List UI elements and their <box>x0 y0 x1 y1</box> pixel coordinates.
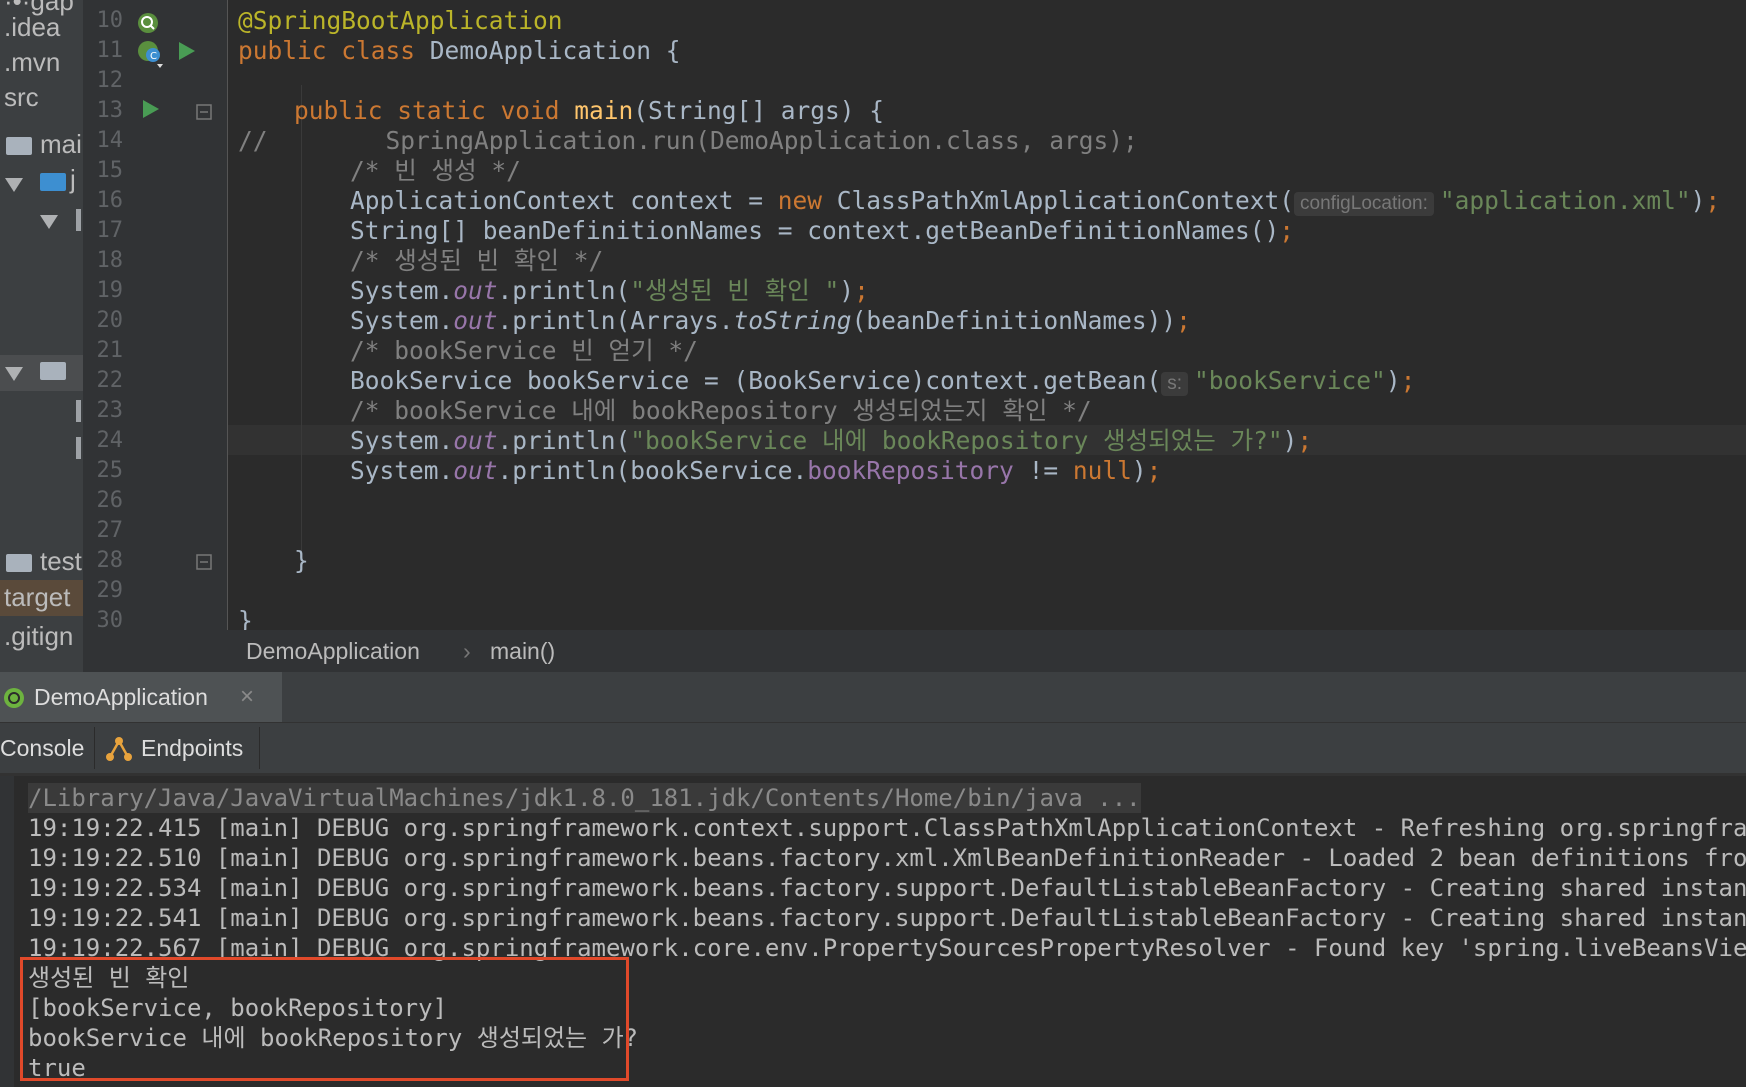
spring-boot-run-icon <box>4 688 24 708</box>
tree-item-java[interactable]: j <box>70 164 76 194</box>
spring-bean-icon[interactable]: C <box>135 38 167 70</box>
run-subtabs: Console Endpoints <box>0 723 1746 773</box>
code-line-10: @SpringBootApplication <box>238 6 563 35</box>
line-number: 22 <box>96 368 124 393</box>
fold-end-icon[interactable] <box>196 554 212 570</box>
expand-arrow-icon[interactable] <box>40 215 58 229</box>
line-number: 10 <box>96 8 124 33</box>
resources-folder-icon <box>40 362 66 380</box>
tree-item-main[interactable]: mai <box>40 129 82 159</box>
tree-item-gitignore[interactable]: .gitign <box>4 621 73 651</box>
line-number: 16 <box>96 188 124 213</box>
code-line-20: System.out.println(Arrays.toString(beanD… <box>350 306 1191 335</box>
breadcrumb-method[interactable]: main() <box>490 630 555 672</box>
code-line-15: /* 빈 생성 */ <box>350 156 521 185</box>
code-line-19: System.out.println("생성된 빈 확인 "); <box>350 276 869 305</box>
code-line-16: ApplicationContext context = new ClassPa… <box>350 186 1721 216</box>
code-line-25: System.out.println(bookService.bookRepos… <box>350 456 1162 485</box>
line-number: 15 <box>96 158 124 183</box>
breadcrumb-separator: › <box>463 638 471 664</box>
tab-endpoints[interactable]: Endpoints <box>141 723 243 773</box>
line-number: 12 <box>96 68 124 93</box>
console-log-line: 19:19:22.415 [main] DEBUG org.springfram… <box>28 814 1746 842</box>
package-icon <box>76 209 81 231</box>
code-line-23: /* bookService 내에 bookRepository 생성되었는지 … <box>350 396 1092 425</box>
output-highlight-box <box>20 957 629 1081</box>
line-number: 23 <box>96 398 124 423</box>
expand-arrow-icon[interactable] <box>5 367 23 381</box>
fold-icon[interactable] <box>196 104 212 120</box>
code-line-18: /* 생성된 빈 확인 */ <box>350 246 604 275</box>
code-line-28: } <box>294 546 309 575</box>
console-command-line: /Library/Java/JavaVirtualMachines/jdk1.8… <box>28 783 1141 813</box>
parameter-hint: configLocation: <box>1294 192 1434 216</box>
tree-item-test[interactable]: test <box>40 546 82 576</box>
console-log-line: 19:19:22.510 [main] DEBUG org.springfram… <box>28 844 1746 872</box>
tab-demoapplication[interactable]: DemoApplication × <box>0 672 282 722</box>
svg-text:C: C <box>150 51 157 62</box>
tree-item-target[interactable]: target <box>4 582 71 612</box>
code-line-22: BookService bookService = (BookService)c… <box>350 366 1416 396</box>
run-class-icon[interactable] <box>177 40 197 62</box>
file-icon <box>76 437 81 459</box>
line-number: 11 <box>96 38 124 63</box>
folder-icon <box>6 554 32 572</box>
line-gutter: 10 11 12 13 14 15 16 17 18 19 20 21 22 2… <box>83 0 277 633</box>
line-number: 24 <box>96 428 124 453</box>
close-tab-icon[interactable]: × <box>240 672 254 722</box>
line-number: 26 <box>96 488 124 513</box>
run-tool-window-tabs: DemoApplication × <box>0 672 1746 723</box>
tab-divider <box>94 727 95 769</box>
console-gutter <box>0 776 14 1087</box>
bean-search-icon[interactable] <box>135 10 161 36</box>
tab-divider <box>259 727 260 769</box>
run-tab-label: DemoApplication <box>34 684 208 710</box>
code-line-24: System.out.println("bookService 내에 bookR… <box>350 426 1313 455</box>
line-number: 27 <box>96 518 124 543</box>
code-line-21: /* bookService 빈 얻기 */ <box>350 336 698 365</box>
code-line-11: public class DemoApplication { <box>238 36 681 65</box>
breadcrumb: DemoApplication › main() <box>83 630 1746 672</box>
folder-icon <box>6 137 32 155</box>
tab-console[interactable]: Console <box>0 723 84 773</box>
code-editor[interactable]: @SpringBootApplication public class Demo… <box>228 0 1746 630</box>
line-number: 17 <box>96 218 124 243</box>
tree-item-src[interactable]: src <box>4 82 39 112</box>
line-number: 25 <box>96 458 124 483</box>
project-tree: ·•·gap .idea .mvn src mai j test target … <box>0 0 83 672</box>
line-number: 28 <box>96 548 124 573</box>
expand-arrow-icon[interactable] <box>5 178 23 192</box>
breadcrumb-class[interactable]: DemoApplication <box>246 630 420 672</box>
tree-item-idea[interactable]: .idea <box>4 12 60 42</box>
code-line-13: public static void main(String[] args) { <box>294 96 885 125</box>
line-number: 19 <box>96 278 124 303</box>
line-number: 18 <box>96 248 124 273</box>
line-number: 13 <box>96 98 124 123</box>
line-number: 29 <box>96 578 124 603</box>
code-line-17: String[] beanDefinitionNames = context.g… <box>350 216 1295 245</box>
code-line-30: } <box>238 606 253 630</box>
line-number: 20 <box>96 308 124 333</box>
console-log-line: 19:19:22.541 [main] DEBUG org.springfram… <box>28 904 1746 932</box>
tree-item-mvn[interactable]: .mvn <box>4 47 60 77</box>
file-icon <box>76 400 81 422</box>
line-number: 14 <box>96 128 124 153</box>
code-line-14: // SpringApplication.run(DemoApplication… <box>238 126 1138 155</box>
folder-java-icon <box>40 173 66 191</box>
endpoints-icon <box>106 737 132 761</box>
console-log-line: 19:19:22.534 [main] DEBUG org.springfram… <box>28 874 1746 902</box>
parameter-hint: s: <box>1161 372 1189 396</box>
run-main-icon[interactable] <box>141 98 161 120</box>
line-number: 21 <box>96 338 124 363</box>
